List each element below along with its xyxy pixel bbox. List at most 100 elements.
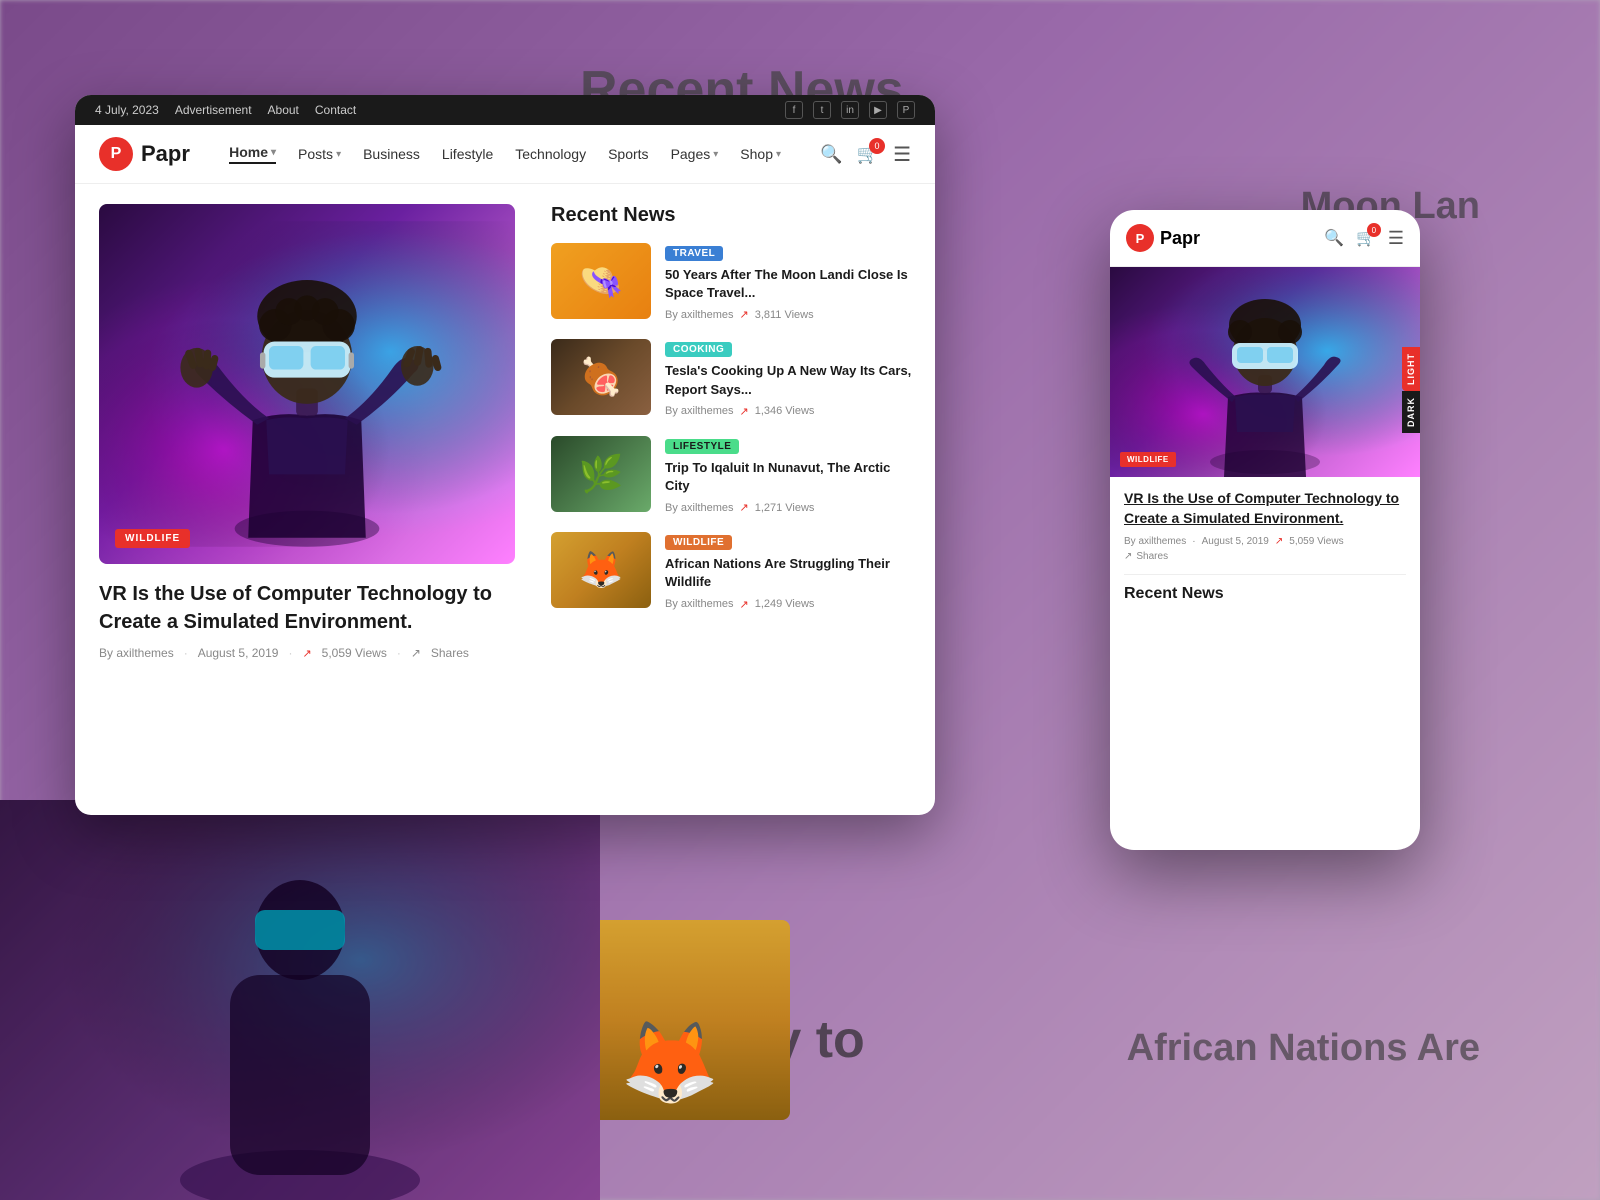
bg-vr-large — [0, 800, 600, 1200]
mobile-date: August 5, 2019 — [1202, 536, 1269, 547]
nav-links: Home ▾ Posts ▾ Business Lifestyle Techno… — [229, 144, 781, 164]
mobile-article-title: VR Is the Use of Computer Technology to … — [1124, 489, 1406, 528]
nav-sports-label: Sports — [608, 146, 648, 162]
topbar: 4 July, 2023 Advertisement About Contact… — [75, 95, 935, 125]
mobile-author: By axilthemes — [1124, 536, 1186, 547]
news-item[interactable]: 🌿 LIFESTYLE Trip To Iqaluit In Nunavut, … — [551, 436, 915, 514]
news-meta-wildlife: By axilthemes ↗ 1,249 Views — [665, 598, 915, 611]
nav-item-sports[interactable]: Sports — [608, 146, 648, 162]
linkedin-icon[interactable]: in — [841, 101, 859, 119]
news-tag-travel: TRAVEL — [665, 246, 723, 261]
nav-home-label: Home — [229, 144, 268, 160]
mobile-cart-badge: 0 — [1367, 223, 1381, 237]
mobile-share-icon: ↗ — [1124, 551, 1132, 562]
news-author: By axilthemes — [665, 502, 733, 514]
trending-icon: ↗ — [739, 598, 748, 611]
theme-dark-button[interactable]: DARK — [1402, 391, 1420, 433]
topbar-social: f t in ▶ P — [785, 101, 915, 119]
travel-thumb-image: 👒 — [551, 243, 651, 319]
pinterest-icon[interactable]: P — [897, 101, 915, 119]
nav-shop-label: Shop — [740, 146, 773, 162]
news-author: By axilthemes — [665, 309, 733, 321]
theme-light-button[interactable]: LIGHT — [1402, 347, 1420, 391]
hero-author: By axilthemes — [99, 646, 174, 660]
news-views: 1,271 Views — [755, 502, 815, 514]
nav-lifestyle-label: Lifestyle — [442, 146, 493, 162]
news-headline-lifestyle: Trip To Iqaluit In Nunavut, The Arctic C… — [665, 459, 915, 495]
news-meta-travel: By axilthemes ↗ 3,811 Views — [665, 308, 915, 321]
nav-technology-label: Technology — [515, 146, 586, 162]
news-headline-travel: 50 Years After The Moon Landi Close Is S… — [665, 266, 915, 302]
news-headline-wildlife: African Nations Are Struggling Their Wil… — [665, 555, 915, 591]
logo[interactable]: P Papr — [99, 137, 190, 171]
mobile-logo[interactable]: P Papr — [1126, 224, 1200, 252]
news-views: 1,249 Views — [755, 598, 815, 610]
trending-icon: ↗ — [739, 308, 748, 321]
twitter-icon[interactable]: t — [813, 101, 831, 119]
chevron-down-icon: ▾ — [713, 149, 718, 160]
news-thumb-lifestyle: 🌿 — [551, 436, 651, 512]
nav-item-shop[interactable]: Shop ▾ — [740, 146, 781, 162]
trending-icon: ↗ — [739, 501, 748, 514]
news-item[interactable]: 🍖 COOKING Tesla's Cooking Up A New Way I… — [551, 339, 915, 417]
lifestyle-thumb-image: 🌿 — [551, 436, 651, 512]
news-headline-cooking: Tesla's Cooking Up A New Way Its Cars, R… — [665, 362, 915, 398]
chevron-down-icon: ▾ — [271, 147, 276, 158]
cart-button[interactable]: 🛒 0 — [857, 144, 879, 165]
news-views: 3,811 Views — [755, 309, 814, 321]
hero-image[interactable]: WILDLIFE — [99, 204, 515, 564]
chevron-down-icon: ▾ — [776, 149, 781, 160]
news-thumb-cooking: 🍖 — [551, 339, 651, 415]
mobile-nav: P Papr 🔍 🛒 0 ☰ — [1110, 210, 1420, 267]
mobile-menu-icon[interactable]: ☰ — [1388, 228, 1404, 249]
mobile-cart-button[interactable]: 🛒 0 — [1356, 228, 1376, 248]
news-tag-wildlife: WILDLIFE — [665, 535, 732, 550]
nav-item-lifestyle[interactable]: Lifestyle — [442, 146, 493, 162]
news-tag-cooking: COOKING — [665, 342, 732, 357]
hero-title: VR Is the Use of Computer Technology to … — [99, 580, 515, 636]
news-item[interactable]: 👒 TRAVEL 50 Years After The Moon Landi C… — [551, 243, 915, 321]
mobile-logo-text: Papr — [1160, 228, 1200, 249]
mobile-browser-window: P Papr 🔍 🛒 0 ☰ — [1110, 210, 1420, 850]
main-content: WILDLIFE VR Is the Use of Computer Techn… — [75, 184, 935, 796]
topbar-contact[interactable]: Contact — [315, 103, 356, 117]
nav-posts-label: Posts — [298, 146, 333, 162]
desktop-browser-window: 4 July, 2023 Advertisement About Contact… — [75, 95, 935, 815]
nav-bar: P Papr Home ▾ Posts ▾ Business Lifestyle… — [75, 125, 935, 184]
news-item[interactable]: 🦊 WILDLIFE African Nations Are Strugglin… — [551, 532, 915, 610]
mobile-content: VR Is the Use of Computer Technology to … — [1110, 477, 1420, 615]
mobile-hero-badge: WILDLIFE — [1120, 452, 1176, 467]
topbar-about[interactable]: About — [268, 103, 299, 117]
nav-item-pages[interactable]: Pages ▾ — [671, 146, 719, 162]
news-info: LIFESTYLE Trip To Iqaluit In Nunavut, Th… — [665, 436, 915, 514]
nav-pages-label: Pages — [671, 146, 711, 162]
news-meta-cooking: By axilthemes ↗ 1,346 Views — [665, 405, 915, 418]
news-meta-lifestyle: By axilthemes ↗ 1,271 Views — [665, 501, 915, 514]
logo-icon: P — [99, 137, 133, 171]
nav-item-business[interactable]: Business — [363, 146, 420, 162]
bg-text-african: African Nations Are — [1127, 1027, 1480, 1070]
menu-icon[interactable]: ☰ — [893, 142, 911, 167]
nav-item-technology[interactable]: Technology — [515, 146, 586, 162]
topbar-advertisement[interactable]: Advertisement — [175, 103, 252, 117]
trending-icon: ↗ — [739, 405, 748, 418]
nav-item-home[interactable]: Home ▾ — [229, 144, 276, 164]
cart-badge: 0 — [869, 138, 885, 154]
mobile-logo-icon: P — [1126, 224, 1154, 252]
share-icon: ↗ — [411, 646, 421, 660]
news-author: By axilthemes — [665, 598, 733, 610]
facebook-icon[interactable]: f — [785, 101, 803, 119]
mobile-search-icon[interactable]: 🔍 — [1324, 228, 1344, 248]
wildlife-thumb-image: 🦊 — [551, 532, 651, 608]
mobile-hero-image[interactable]: WILDLIFE LIGHT DARK — [1110, 267, 1420, 477]
search-icon[interactable]: 🔍 — [820, 144, 842, 165]
nav-item-posts[interactable]: Posts ▾ — [298, 146, 341, 162]
nav-business-label: Business — [363, 146, 420, 162]
youtube-icon[interactable]: ▶ — [869, 101, 887, 119]
chevron-down-icon: ▾ — [336, 149, 341, 160]
news-author: By axilthemes — [665, 405, 733, 417]
news-tag-lifestyle: LIFESTYLE — [665, 439, 739, 454]
news-info: WILDLIFE African Nations Are Struggling … — [665, 532, 915, 610]
hero-badge: WILDLIFE — [115, 529, 190, 548]
mobile-shares: ↗ Shares — [1124, 551, 1406, 562]
